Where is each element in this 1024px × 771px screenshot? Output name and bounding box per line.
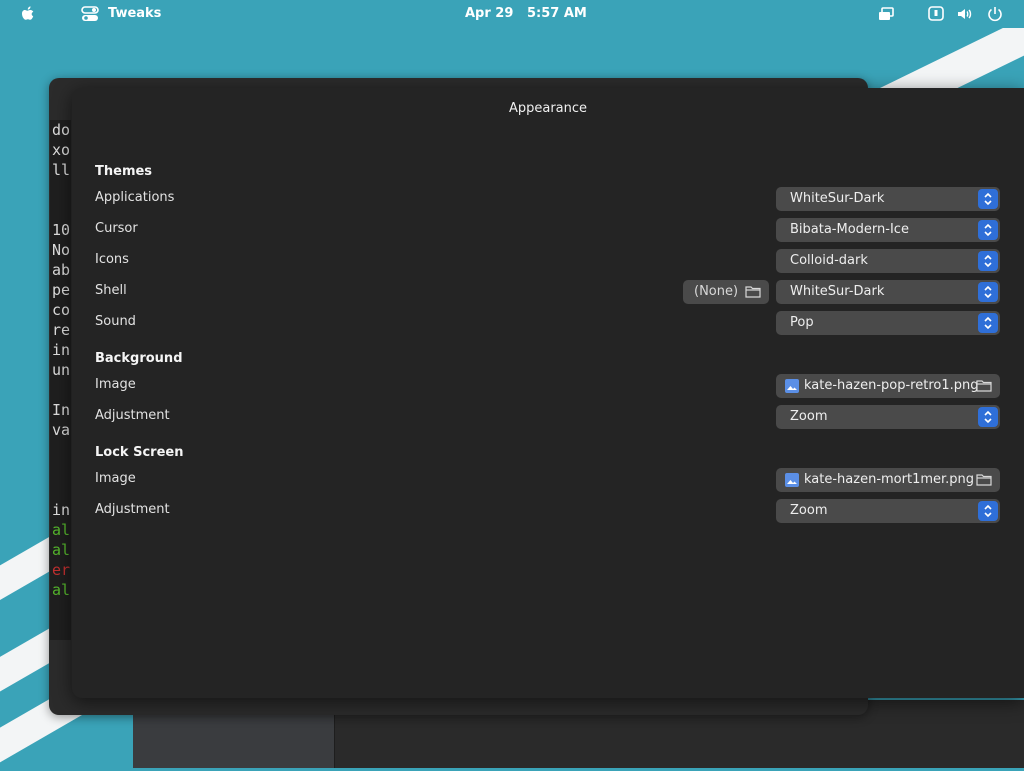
terminal-line: In [52,401,71,419]
terminal-line: er [52,561,71,579]
lock-screen-image-label: Image [95,471,136,486]
dropdown-value: Zoom [790,409,828,424]
cursor-label: Cursor [95,221,138,236]
image-file-icon [785,379,799,393]
window-title: Appearance [508,101,588,116]
background-adjustment-dropdown[interactable]: Zoom [776,405,1000,429]
terminal-line: al [52,581,71,599]
dropdown-value: Zoom [790,503,828,518]
volume-icon[interactable] [956,5,974,23]
dropdown-value: Bibata-Modern-Ice [790,222,909,237]
terminal-line: No [52,241,71,259]
window-switch-icon[interactable] [877,5,895,23]
icons-theme-dropdown[interactable]: Colloid-dark [776,249,1000,273]
chevron-up-down-icon [978,251,998,271]
file-name: kate-hazen-mort1mer.png [804,472,975,487]
terminal-line: va [52,421,71,439]
file-name: kate-hazen-pop-retro1.png [804,378,979,393]
section-header-lock-screen: Lock Screen [95,445,184,460]
clock[interactable]: Apr 29 5:57 AM [465,6,587,21]
clock-time: 5:57 AM [526,6,587,21]
terminal-line: al [52,541,71,559]
terminal-output: do xo ll 10 No ab pe co re in un In va i… [50,120,71,640]
accessibility-icon[interactable] [927,5,945,23]
dropdown-value: WhiteSur-Dark [790,284,885,299]
applications-theme-dropdown[interactable]: WhiteSur-Dark [776,187,1000,211]
dropdown-value: WhiteSur-Dark [790,191,885,206]
sound-label: Sound [95,314,136,329]
shell-theme-file-button[interactable]: (None) [683,280,769,304]
top-panel: Tweaks Apr 29 5:57 AM [0,0,1024,28]
folder-icon [745,286,761,298]
chevron-up-down-icon [978,189,998,209]
shell-label: Shell [95,283,127,298]
apple-icon[interactable] [18,4,38,24]
terminal-line: xo [52,141,71,159]
image-file-icon [785,473,799,487]
terminal-line: co [52,301,71,319]
cursor-theme-dropdown[interactable]: Bibata-Modern-Ice [776,218,1000,242]
lock-screen-image-file-button[interactable]: kate-hazen-mort1mer.png [776,468,1000,492]
applications-label: Applications [95,190,175,205]
icons-label: Icons [95,252,129,267]
chevron-up-down-icon [978,220,998,240]
terminal-line: do [52,121,71,139]
chevron-up-down-icon [978,407,998,427]
folder-icon [976,380,992,392]
app-menu-label[interactable]: Tweaks [108,6,161,21]
terminal-line: 10 [52,221,71,239]
background-image-file-button[interactable]: kate-hazen-pop-retro1.png [776,374,1000,398]
tweaks-app-icon [81,6,99,21]
lock-screen-adjustment-label: Adjustment [95,502,170,517]
section-header-themes: Themes [95,164,153,179]
dropdown-value: Pop [790,315,814,330]
background-adjustment-label: Adjustment [95,408,170,423]
terminal-line: ab [52,261,71,279]
background-image-label: Image [95,377,136,392]
section-header-background: Background [95,351,183,366]
terminal-line: in [52,501,71,519]
file-button-value: (None) [694,284,739,299]
clock-date: Apr 29 [465,6,514,21]
power-icon[interactable] [986,5,1004,23]
chevron-up-down-icon [978,282,998,302]
folder-icon [976,474,992,486]
tweaks-window: Appearance Themes Applications WhiteSur-… [72,88,1024,698]
lock-screen-adjustment-dropdown[interactable]: Zoom [776,499,1000,523]
terminal-line: ll [52,161,71,179]
sound-theme-dropdown[interactable]: Pop [776,311,1000,335]
shell-theme-dropdown[interactable]: WhiteSur-Dark [776,280,1000,304]
dropdown-value: Colloid-dark [790,253,868,268]
terminal-line: in [52,341,71,359]
terminal-line: al [52,521,71,539]
chevron-up-down-icon [978,313,998,333]
terminal-line: un [52,361,71,379]
terminal-line: pe [52,281,71,299]
chevron-up-down-icon [978,501,998,521]
terminal-line: re [52,321,71,339]
